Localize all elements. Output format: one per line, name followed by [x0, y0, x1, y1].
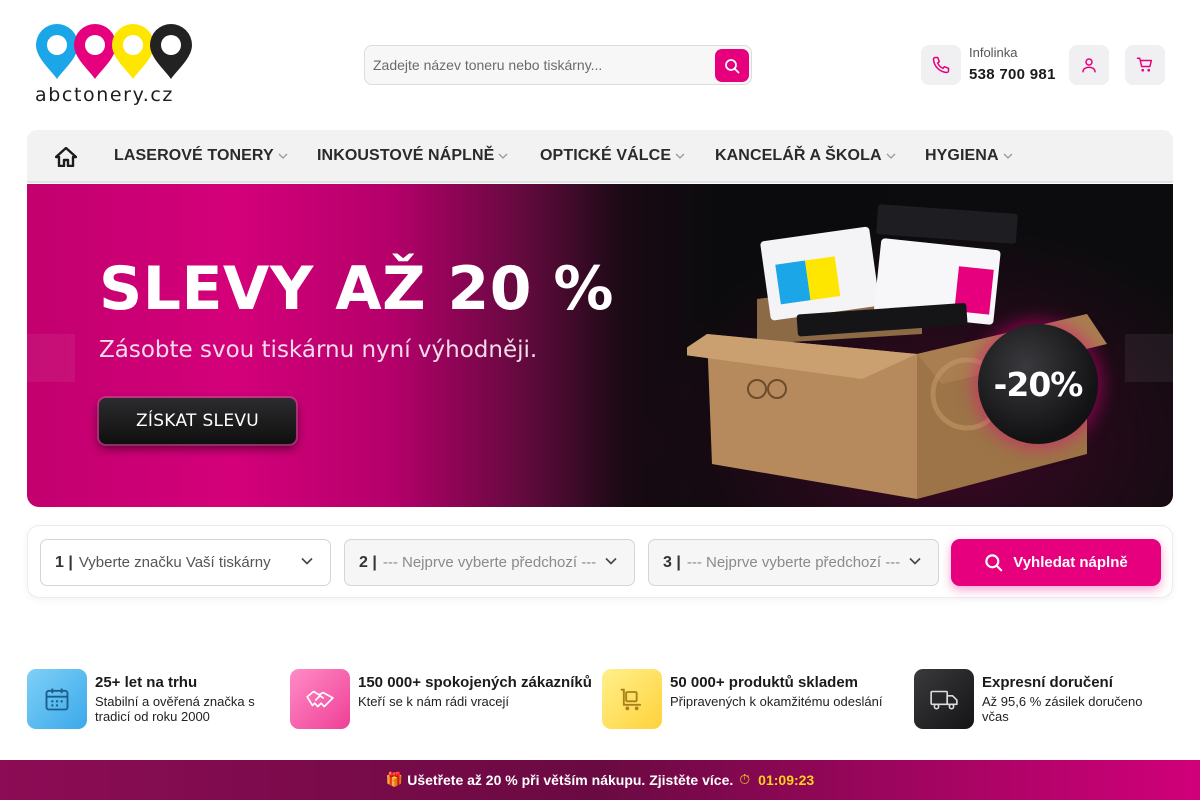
user-icon [1082, 58, 1096, 73]
chevron-down-icon [605, 557, 617, 565]
account-button[interactable] [1069, 45, 1109, 85]
cartridge-finder: 1 | Vyberte značku Vaší tiskárny 2 | ---… [27, 525, 1173, 598]
finder-step-number: 3 | [663, 553, 681, 571]
cart-icon [1136, 57, 1153, 72]
search-icon [985, 554, 1003, 572]
feature-products: 50 000+ produktů skladem Připravených k … [602, 669, 902, 729]
banner-cta-button[interactable]: ZÍSKAT SLEVU [99, 398, 296, 444]
nav-item-laserove-tonery[interactable]: LASEROVÉ TONERY [114, 130, 288, 181]
feature-icon-box [602, 669, 662, 729]
feature-title: 50 000+ produktů skladem [670, 674, 858, 691]
search-input[interactable] [365, 46, 705, 84]
feature-title: Expresní doručení [982, 674, 1113, 691]
chevron-down-icon [301, 557, 313, 565]
feature-description: Až 95,6 % zásilek doručeno včas [982, 694, 1143, 724]
slider-next-button[interactable] [1125, 334, 1173, 382]
gift-icon: 🎁 [385, 772, 404, 788]
chevron-down-icon [1003, 153, 1013, 159]
search-icon [725, 58, 740, 73]
banner-title: SLEVY AŽ 20 % [99, 254, 615, 324]
feature-customers: 150 000+ spokojených zákazníků Kteří se … [290, 669, 600, 729]
finder-search-label: Vyhledat náplně [1013, 554, 1128, 571]
finder-select-value: --- Nejprve vyberte předchozí --- [382, 554, 597, 571]
hotline-label: Infolinka [969, 45, 1018, 60]
calendar-icon [45, 688, 69, 711]
phone-icon [932, 56, 950, 74]
banner-cta-label: ZÍSKAT SLEVU [135, 411, 260, 431]
search-bar [364, 45, 752, 85]
chevron-down-icon [278, 153, 288, 159]
site-header: abctonery.cz Infolinka 538 700 981 [0, 0, 1200, 130]
feature-description: Kteří se k nám rádi vracejí [358, 694, 509, 709]
hotline-phone[interactable] [921, 45, 961, 85]
feature-title: 25+ let na trhu [95, 674, 198, 691]
banner-subtitle: Zásobte svou tiskárnu nyní výhodněji. [99, 337, 538, 363]
search-button[interactable] [715, 49, 749, 82]
discount-badge-text: -20% [993, 364, 1084, 404]
logo-text: abctonery.cz [35, 84, 174, 106]
hero-banner[interactable]: -20% SLEVY AŽ 20 % Zásobte svou tiskárnu… [27, 184, 1173, 507]
clock-icon: ⏱ [739, 772, 751, 788]
nav-item-hygiena[interactable]: HYGIENA [925, 130, 1013, 181]
finder-select-value: Vyberte značku Vaší tiskárny [78, 554, 271, 571]
nav-home[interactable] [54, 146, 78, 168]
finder-select-value: --- Nejprve vyberte předchozí --- [686, 554, 901, 571]
feature-description: Stabilní a ověřená značka s tradicí od r… [95, 694, 255, 724]
finder-step-number: 2 | [359, 553, 377, 571]
feature-icon-box [914, 669, 974, 729]
handshake-icon [306, 690, 334, 708]
home-icon [54, 146, 78, 168]
slider-prev-button[interactable] [27, 334, 75, 382]
feature-years: 25+ let na trhu Stabilní a ověřená značk… [27, 669, 277, 729]
nav-item-opticke-valce[interactable]: OPTICKÉ VÁLCE [540, 130, 685, 181]
site-logo[interactable]: abctonery.cz [33, 22, 203, 106]
chevron-down-icon [909, 557, 921, 565]
discount-badge: -20% [978, 324, 1098, 444]
promo-timer: 01:09:23 [758, 772, 815, 788]
chevron-down-icon [886, 153, 896, 159]
hotline-number[interactable]: 538 700 981 [969, 66, 1056, 83]
cart-button[interactable] [1125, 45, 1165, 85]
logo-pins-icon [36, 24, 192, 79]
feature-title: 150 000+ spokojených zákazníků [358, 674, 592, 691]
warehouse-cart-icon [620, 688, 642, 711]
feature-icon-box [290, 669, 350, 729]
truck-icon [930, 690, 958, 710]
finder-search-button[interactable]: Vyhledat náplně [951, 539, 1161, 586]
feature-delivery: Expresní doručení Až 95,6 % zásilek doru… [914, 669, 1174, 729]
nav-item-label: KANCELÁŘ A ŠKOLA [715, 146, 882, 164]
feature-description: Připravených k okamžitému odeslání [670, 694, 883, 709]
nav-item-label: INKOUSTOVÉ NÁPLNĚ [317, 146, 495, 164]
finder-select-series[interactable]: 2 | --- Nejprve vyberte předchozí --- [344, 539, 635, 586]
nav-item-kancelar-a-skola[interactable]: KANCELÁŘ A ŠKOLA [715, 130, 896, 181]
finder-select-brand[interactable]: 1 | Vyberte značku Vaší tiskárny [40, 539, 331, 586]
promo-bar[interactable]: 🎁 Ušetřete až 20 % při větším nákupu. Zj… [0, 760, 1200, 800]
nav-item-label: HYGIENA [925, 146, 999, 164]
finder-select-model[interactable]: 3 | --- Nejprve vyberte předchozí --- [648, 539, 939, 586]
feature-icon-box [27, 669, 87, 729]
nav-item-inkoustove-naplne[interactable]: INKOUSTOVÉ NÁPLNĚ [317, 130, 508, 181]
nav-item-label: OPTICKÉ VÁLCE [540, 146, 672, 164]
promo-text[interactable]: Ušetřete až 20 % při větším nákupu. Zjis… [407, 772, 733, 788]
nav-item-label: LASEROVÉ TONERY [114, 146, 274, 164]
main-navigation: LASEROVÉ TONERY INKOUSTOVÉ NÁPLNĚ OPTICK… [27, 130, 1173, 183]
chevron-down-icon [498, 153, 508, 159]
finder-step-number: 1 | [55, 553, 73, 571]
chevron-down-icon [675, 153, 685, 159]
